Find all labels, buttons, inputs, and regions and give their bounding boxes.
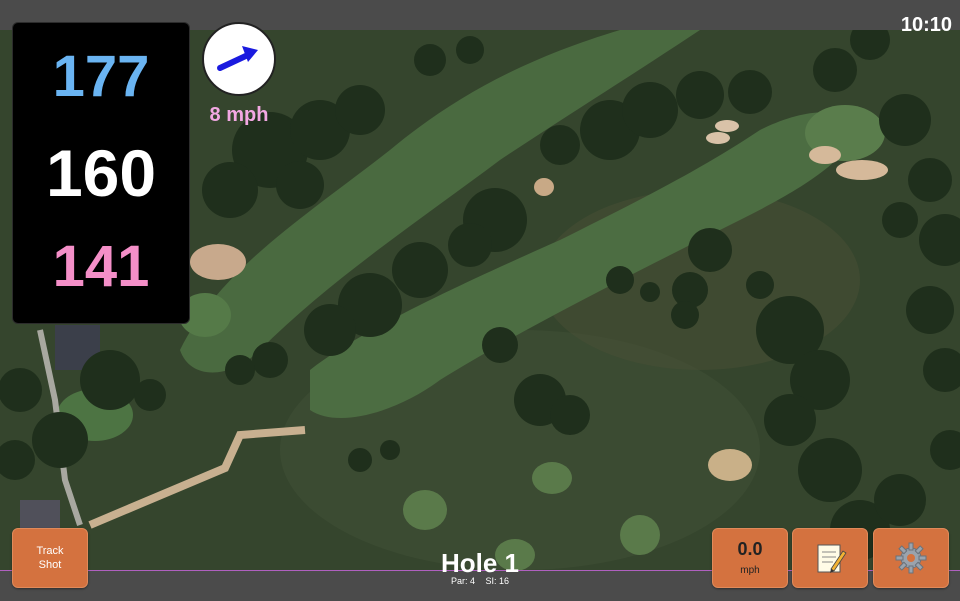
speed-button[interactable]: 0.0 mph	[712, 528, 788, 588]
notepad-icon	[817, 544, 847, 573]
track-shot-button[interactable]: Track Shot	[12, 528, 88, 588]
settings-button[interactable]	[873, 528, 949, 588]
arrow-icon	[217, 46, 258, 71]
wind-speed: 8 mph	[209, 104, 269, 126]
hole-si: SI: 16	[485, 576, 510, 586]
back-distance: 177	[52, 44, 150, 109]
clock-time: 10:10	[900, 14, 952, 36]
track-shot-label-line1: Track	[36, 545, 64, 557]
hole-title: Hole 1	[440, 548, 520, 578]
speed-unit: mph	[740, 565, 760, 576]
wind-indicator	[202, 22, 276, 96]
gear-icon	[895, 542, 927, 574]
middle-distance: 160	[45, 136, 157, 210]
front-distance: 141	[52, 234, 150, 299]
hole-par: Par: 4	[450, 576, 475, 586]
hole-info: Par: 4 SI: 16	[380, 576, 580, 586]
distance-panel: 177 160 141	[12, 22, 190, 324]
notes-button[interactable]	[792, 528, 868, 588]
track-shot-label-line2: Shot	[38, 559, 62, 571]
speed-value: 0.0	[737, 539, 763, 559]
